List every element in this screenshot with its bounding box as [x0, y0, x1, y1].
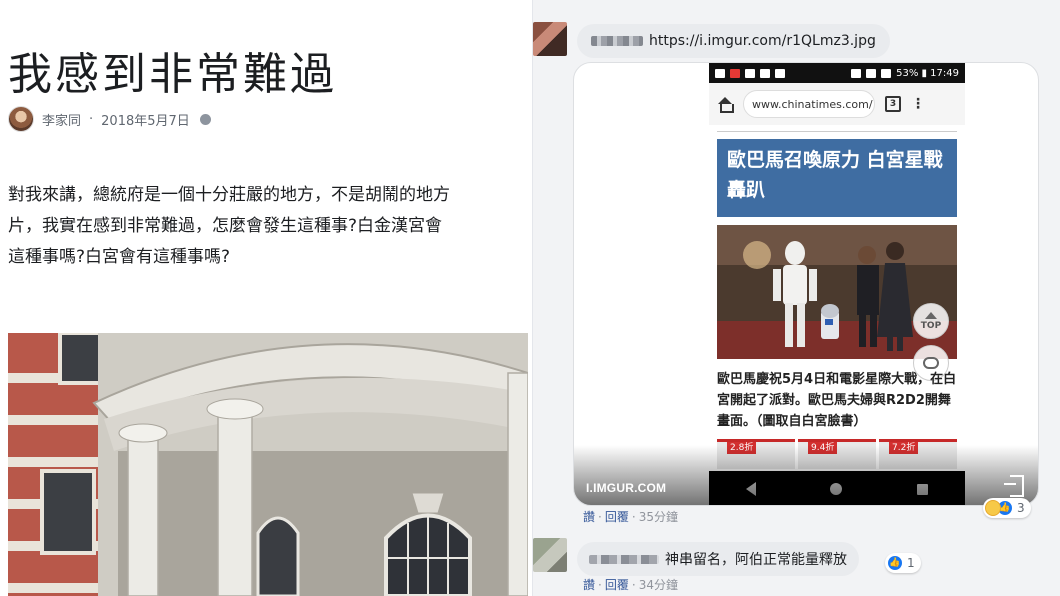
top-label: TOP — [920, 320, 942, 331]
body-line: 對我來講，總統府是一個十分莊嚴的地方，不是胡鬧的地方 — [8, 185, 450, 205]
like-link[interactable]: 讚 — [583, 578, 595, 592]
article-title: 我感到非常難過 — [8, 49, 337, 100]
notification-icon — [730, 68, 740, 78]
scroll-top-button: TOP — [913, 303, 949, 339]
body-line: 這種事嗎?白宮會有這種事嗎? — [8, 247, 231, 267]
page-rule — [717, 131, 957, 132]
embed-source[interactable]: I.IMGUR.COM — [586, 481, 666, 495]
article-panel: 我感到非常難過 李家同 · 2018年5月7日 對我來講，總統府是一個十分莊嚴的… — [0, 0, 528, 596]
comment-text: 神串留名，阿伯正常能量釋放 — [665, 552, 847, 568]
comment-time[interactable]: 35分鐘 — [639, 510, 678, 524]
reply-link[interactable]: 回覆 — [605, 510, 629, 524]
byline: 李家同 · 2018年5月7日 — [8, 106, 211, 132]
action-separator: · — [598, 578, 602, 592]
comment-link[interactable]: https://i.imgur.com/r1QLmz3.jpg — [649, 33, 876, 49]
stormtrooper-photo — [717, 225, 957, 359]
share-icon[interactable] — [1004, 473, 1026, 497]
comments-panel: https://i.imgur.com/r1QLmz3.jpg 53% ▮ 17… — [532, 0, 1060, 596]
action-separator: · — [598, 510, 602, 524]
home-icon — [717, 97, 734, 113]
body-line: 片，我實在感到非常難過，怎麼會發生這種事?白金漢宮會 — [8, 216, 443, 236]
comment-time[interactable]: 34分鐘 — [639, 578, 678, 592]
news-headline: 歐巴馬召喚原力 白宮星戰轟趴 — [717, 139, 957, 217]
signal-icon — [881, 68, 892, 78]
chat-bubble-icon — [923, 357, 939, 369]
news-caption: 歐巴馬慶祝5月4日和電影星際大戰，在白宮開起了派對。歐巴馬夫婦與R2D2開舞畫面… — [717, 372, 957, 429]
news-photo — [717, 225, 957, 359]
comment-actions: 讚 · 回覆 · 34分鐘 — [583, 576, 678, 593]
notification-icon — [760, 68, 770, 78]
comment-bubble: 神串留名，阿伯正常能量釋放 — [577, 542, 859, 576]
commenter-avatar[interactable] — [533, 538, 567, 572]
globe-icon — [199, 113, 211, 125]
phone-screenshot: 53% ▮ 17:49 www.chinatimes.com/ 3 ⋮ 歐巴馬召… — [709, 63, 965, 505]
article-body: 對我來講，總統府是一個十分莊嚴的地方，不是胡鬧的地方 片，我實在感到非常難過，怎… — [8, 180, 528, 273]
reply-link[interactable]: 回覆 — [605, 578, 629, 592]
reaction-summary[interactable]: 👍 3 — [983, 498, 1031, 518]
author-avatar[interactable] — [8, 106, 34, 132]
browser-url: www.chinatimes.com/ — [743, 90, 875, 118]
reaction-count: 3 — [1017, 501, 1025, 515]
action-separator: · — [631, 578, 636, 592]
building-photo[interactable] — [8, 333, 528, 596]
embed-shade — [574, 445, 1038, 505]
notification-icon — [745, 68, 755, 78]
commenter-avatar[interactable] — [533, 22, 567, 56]
blurred-commenter-name[interactable] — [591, 36, 643, 46]
haha-icon — [985, 500, 1001, 516]
author-name[interactable]: 李家同 — [42, 110, 81, 129]
comment-bubble: https://i.imgur.com/r1QLmz3.jpg — [577, 24, 890, 58]
arrow-up-icon — [925, 311, 937, 319]
action-separator: · — [631, 510, 636, 524]
notification-icon — [775, 68, 785, 78]
nfc-icon — [851, 68, 862, 78]
tabs-icon: 3 — [885, 96, 901, 112]
browser-toolbar: www.chinatimes.com/ 3 ⋮ — [709, 83, 965, 125]
reaction-count: 1 — [907, 556, 915, 570]
building-illustration — [8, 333, 528, 596]
blurred-commenter-name[interactable] — [589, 554, 659, 564]
reaction-summary[interactable]: 👍 1 — [885, 553, 921, 573]
like-link[interactable]: 讚 — [583, 510, 595, 524]
phone-status-bar: 53% ▮ 17:49 — [709, 63, 965, 83]
alarm-icon — [866, 68, 877, 78]
menu-icon: ⋮ — [911, 96, 925, 112]
byline-separator: · — [89, 111, 94, 127]
battery-clock: 53% ▮ 17:49 — [896, 67, 959, 79]
image-embed[interactable]: 53% ▮ 17:49 www.chinatimes.com/ 3 ⋮ 歐巴馬召… — [573, 62, 1039, 506]
notification-icon — [715, 68, 725, 78]
post-date[interactable]: 2018年5月7日 — [101, 110, 190, 129]
comment-actions: 讚 · 回覆 · 35分鐘 — [583, 508, 678, 525]
like-icon: 👍 — [887, 555, 903, 571]
